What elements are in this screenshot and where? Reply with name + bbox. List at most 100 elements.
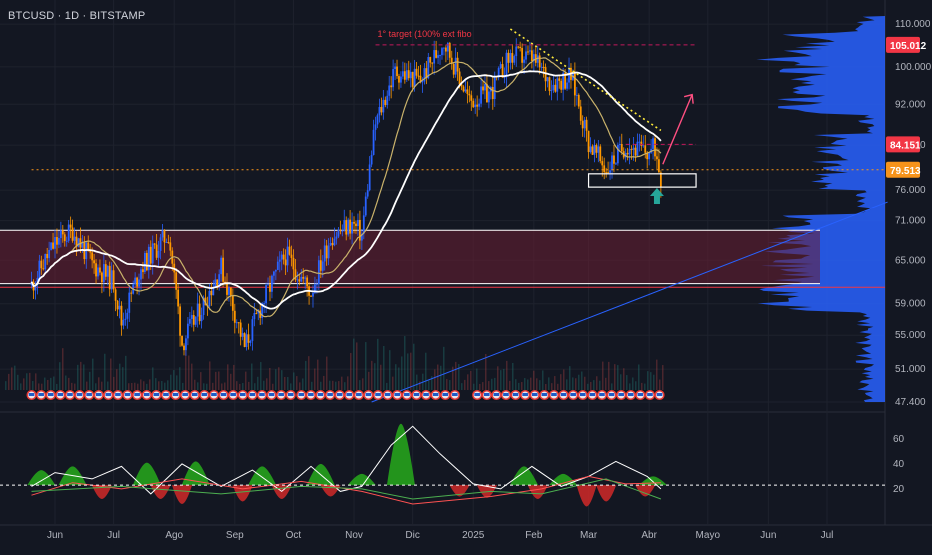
candle-body — [177, 289, 180, 307]
candle-body — [255, 313, 258, 315]
volume-bar — [401, 356, 403, 390]
candle-body — [515, 46, 518, 57]
candle-body — [235, 322, 238, 324]
volume-bar — [38, 383, 40, 390]
volume-bar — [23, 378, 25, 390]
time-tick-label: Mar — [580, 530, 598, 541]
volume-bar — [509, 380, 511, 390]
volume-bar — [548, 377, 550, 390]
volume-bar — [92, 358, 94, 390]
candle-body — [509, 53, 512, 63]
volume-bar — [614, 364, 616, 390]
volume-bar — [611, 383, 613, 390]
candle-body — [312, 292, 314, 297]
candle-body — [505, 52, 508, 78]
chart-canvas[interactable]: 1° target (100% ext fibo 110.000 100.000 92… — [0, 0, 932, 550]
volume-bar — [608, 361, 610, 390]
candle-body — [175, 272, 178, 290]
volume-bar — [440, 365, 442, 390]
candle-body — [523, 59, 525, 63]
candle-body — [550, 90, 553, 92]
volume-bar — [320, 381, 322, 390]
volume-bar — [95, 383, 97, 390]
candle-body — [421, 81, 424, 83]
event-flag-stripe — [647, 393, 653, 396]
candle-body — [659, 172, 662, 187]
candle-body — [165, 242, 168, 244]
volume-bar — [533, 370, 535, 390]
volume-bar — [344, 382, 346, 390]
candle-body — [59, 230, 62, 239]
price-tag-label: 84.151 — [890, 140, 921, 151]
candle-body — [335, 236, 338, 239]
price-tick-label: 65.000 — [895, 255, 926, 266]
time-tick-label: Dic — [405, 530, 419, 541]
candle-body — [355, 223, 357, 227]
candle-body — [480, 86, 482, 104]
volume-bar — [170, 374, 172, 390]
volume-bar — [143, 381, 145, 390]
candle-body — [144, 252, 146, 273]
price-tick-label: 47.400 — [895, 397, 926, 408]
candle-body — [503, 77, 506, 79]
volume-bar — [386, 382, 388, 390]
volume-bar — [182, 382, 184, 390]
candle-body — [634, 147, 637, 156]
event-flag-stripe — [259, 393, 265, 396]
candle-body — [378, 106, 381, 116]
candle-body — [368, 164, 371, 191]
event-flag-stripe — [191, 393, 198, 396]
volume-bar — [551, 383, 553, 390]
candle-body — [601, 161, 604, 166]
candle-body — [65, 240, 68, 242]
candle-body — [452, 63, 455, 75]
event-flag-stripe — [95, 393, 102, 396]
volume-bar — [128, 383, 130, 390]
volume-bar — [167, 380, 169, 390]
candle-body — [615, 163, 617, 165]
volume-bar — [17, 374, 19, 390]
volume-bar — [269, 367, 271, 390]
volume-bar — [266, 378, 268, 390]
candle-body — [345, 220, 348, 235]
volume-bar — [497, 366, 499, 390]
candle-body — [333, 238, 336, 246]
event-flag-stripe — [249, 393, 256, 396]
time-tick-label: Ago — [165, 530, 183, 541]
candle-body — [194, 316, 197, 325]
candle-body — [48, 249, 51, 259]
volume-bar — [638, 364, 640, 390]
candle-body — [386, 95, 389, 106]
candle-body — [357, 219, 359, 227]
candle-body — [101, 272, 103, 283]
volume-bar — [428, 380, 430, 390]
volume-bar — [572, 377, 574, 390]
volume-bar — [323, 375, 325, 390]
volume-bar — [599, 380, 601, 390]
volume-bar — [113, 376, 115, 390]
volume-bar — [659, 379, 661, 390]
candle-body — [613, 155, 615, 164]
candle-body — [233, 310, 236, 323]
time-tick-label: Sep — [226, 530, 244, 541]
volume-bar — [371, 360, 373, 390]
volume-bar — [662, 365, 664, 390]
candle-body — [214, 279, 217, 287]
volume-bar — [635, 381, 637, 390]
candle-body — [304, 277, 307, 279]
candle-body — [372, 129, 375, 155]
candle-body — [280, 254, 283, 260]
candle-body — [155, 244, 158, 258]
candle-body — [286, 246, 289, 266]
candle-body — [210, 290, 213, 296]
candle-body — [253, 313, 256, 320]
volume-bar — [470, 370, 472, 390]
event-flag-stripe — [172, 393, 179, 396]
candle-body — [353, 221, 355, 224]
event-flag-stripe — [239, 393, 246, 396]
candle-body — [626, 152, 629, 155]
volume-bar — [521, 382, 523, 390]
volume-bar — [194, 379, 196, 390]
event-flag-stripe — [38, 393, 44, 396]
candle-body — [620, 143, 623, 152]
